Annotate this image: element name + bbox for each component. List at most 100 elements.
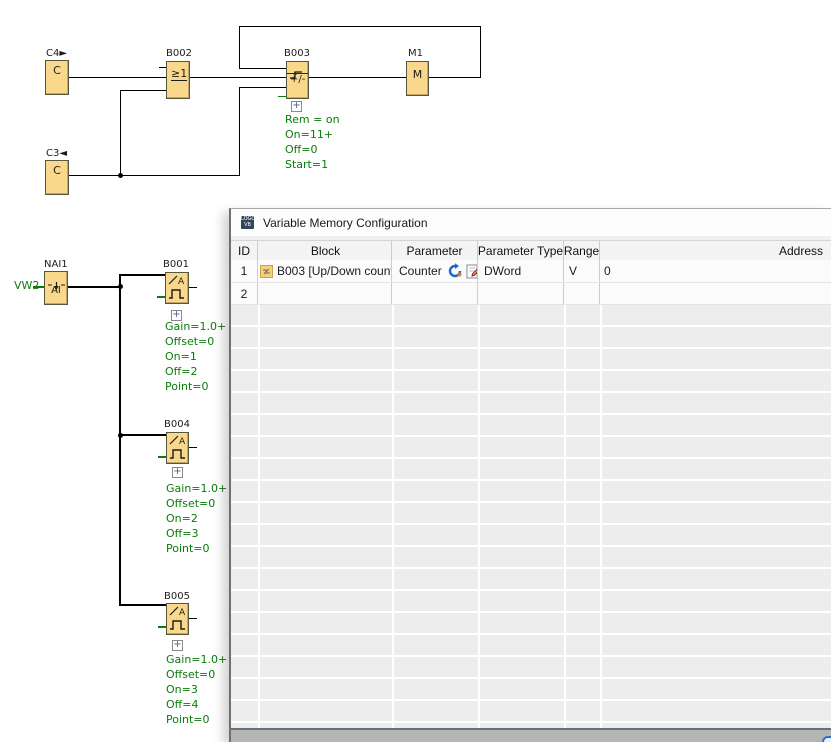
column-header-address: Address [600, 241, 831, 261]
column-header-id: ID [231, 241, 258, 261]
param-line: Offset=0 [166, 667, 227, 682]
b004-parameters: Gain=1.0+ Offset=0 On=2 Off=3 Point=0 [166, 481, 227, 556]
counter-block-c3[interactable]: C [45, 160, 69, 195]
ok-button-partial[interactable] [822, 736, 831, 742]
analog-threshold-block-b001[interactable]: A [165, 272, 189, 304]
expand-button-b005[interactable]: + [172, 640, 183, 651]
svg-text:A: A [179, 437, 186, 447]
param-line: Gain=1.0+ [165, 319, 226, 334]
dialog-titlebar[interactable]: LOGOVB Variable Memory Configuration [231, 209, 831, 236]
analog-trigger-symbol: A [167, 433, 189, 463]
dialog-title: Variable Memory Configuration [263, 216, 428, 230]
wire-stub [189, 618, 197, 619]
param-line: Off=4 [166, 697, 227, 712]
edit-icon[interactable] [466, 263, 478, 279]
table-row[interactable]: 2 [231, 283, 831, 305]
open-input-tick [158, 456, 166, 458]
wire [120, 90, 121, 176]
row-parameter-cell[interactable] [392, 283, 478, 304]
network-analog-input-block-nai1[interactable]: AI [44, 271, 68, 305]
wire [480, 26, 481, 78]
wire-analog [119, 274, 166, 276]
edge-symbol [287, 62, 308, 74]
wire-analog-trunk [119, 275, 121, 606]
counter-block-c4[interactable]: C [45, 60, 69, 95]
param-line: Point=0 [166, 541, 227, 556]
param-line: Start=1 [285, 157, 340, 172]
refresh-icon[interactable] [447, 263, 463, 279]
wire-analog [119, 604, 167, 606]
analog-threshold-block-b004[interactable]: A [166, 432, 189, 464]
junction-dot [118, 173, 123, 178]
b005-parameters: Gain=1.0+ Offset=0 On=3 Off=4 Point=0 [166, 652, 227, 727]
param-line: Off=0 [285, 142, 340, 157]
network-input-label: VW2 [14, 279, 39, 292]
block-label: C4► [46, 48, 67, 59]
network-symbol [45, 272, 67, 285]
block-label: C3◄ [46, 148, 67, 159]
wire [239, 68, 286, 69]
open-input-tick [158, 626, 166, 628]
row-parameter-cell[interactable]: Counter [392, 260, 478, 282]
dialog-button-bar [231, 730, 831, 742]
row-parameter-type-cell[interactable] [478, 283, 564, 304]
param-line: On=2 [166, 511, 227, 526]
junction-dot [118, 284, 123, 289]
analog-trigger-symbol: A [167, 604, 189, 634]
row-block-cell[interactable] [258, 283, 392, 304]
open-input-tick [278, 96, 286, 97]
param-line: Point=0 [165, 379, 226, 394]
or-block-b002[interactable]: ≥1 [166, 61, 190, 99]
row-range-cell[interactable] [564, 283, 600, 304]
table-empty-area [231, 305, 831, 728]
variable-memory-configuration-dialog: LOGOVB Variable Memory Configuration ID … [229, 208, 831, 742]
block-label: B004 [164, 419, 190, 430]
wire [120, 90, 166, 91]
updown-counter-block-b003[interactable]: +/- [286, 61, 309, 99]
param-line: Gain=1.0+ [166, 652, 227, 667]
junction-dot [118, 433, 123, 438]
param-line: On=11+ [285, 127, 340, 142]
wire [239, 26, 240, 69]
logo-app-icon: LOGOVB [241, 216, 254, 229]
row-address-cell[interactable]: 0 [600, 260, 831, 282]
wire [69, 175, 240, 176]
column-header-range: Range [564, 241, 600, 261]
block-label: B001 [163, 259, 189, 270]
block-label: B003 [284, 48, 310, 59]
param-line: Off=3 [166, 526, 227, 541]
row-address-cell[interactable] [600, 283, 831, 304]
column-header-parameter-type: Parameter Type [478, 241, 564, 261]
open-input-tick [157, 296, 165, 298]
memory-block-m1[interactable]: M [406, 61, 429, 96]
block-name: B003 [Up/Down counter] [277, 264, 392, 278]
block-symbol: M [407, 68, 428, 81]
updown-symbol: +/- [287, 74, 308, 86]
param-line: On=3 [166, 682, 227, 697]
row-parameter-type-cell[interactable]: DWord [478, 260, 564, 282]
block-label: B005 [164, 591, 190, 602]
wire [239, 87, 286, 88]
expand-button-b003[interactable]: + [291, 101, 302, 112]
block-label: B002 [166, 48, 192, 59]
block-mini-icon [260, 265, 273, 278]
row-id: 1 [231, 260, 258, 282]
analog-threshold-block-b005[interactable]: A [166, 603, 189, 635]
svg-text:A: A [179, 608, 186, 618]
or-symbol: ≥1 [171, 68, 187, 81]
block-label: NAI1 [44, 259, 68, 270]
row-id: 2 [231, 283, 258, 304]
row-block-cell[interactable]: B003 [Up/Down counter] [258, 260, 392, 282]
table-row[interactable]: 1 B003 [Up/Down counter] Counter [231, 260, 831, 283]
param-line: Offset=0 [166, 496, 227, 511]
param-line: Rem = on [285, 112, 340, 127]
wire-stub [189, 287, 197, 288]
row-range-cell[interactable]: V [564, 260, 600, 282]
svg-text:A: A [178, 277, 185, 287]
wire-analog [68, 286, 120, 288]
param-line: Off=2 [165, 364, 226, 379]
block-label: M1 [408, 48, 423, 59]
wire [190, 77, 286, 78]
parameter-name: Counter [399, 264, 442, 278]
expand-button-b004[interactable]: + [172, 467, 183, 478]
